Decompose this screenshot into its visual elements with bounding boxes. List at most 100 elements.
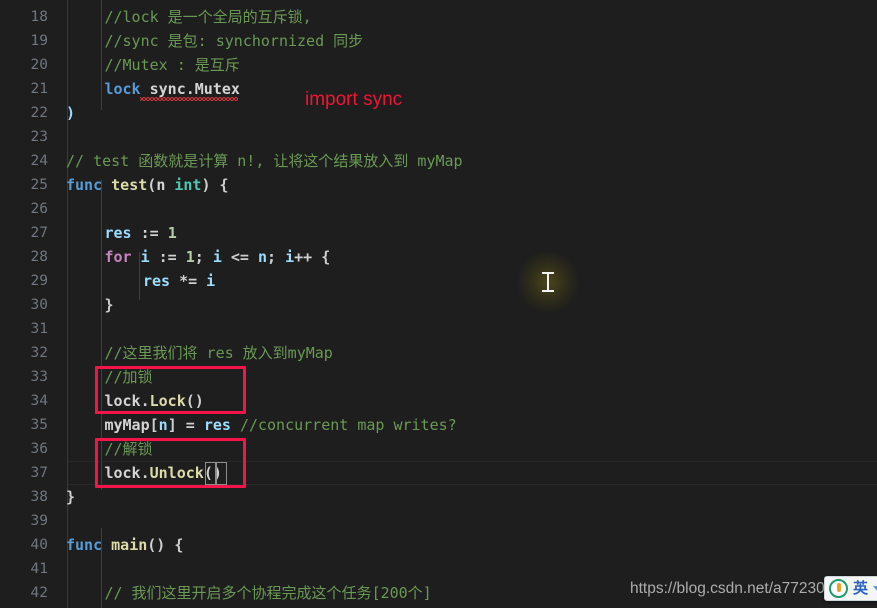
- chevron-down-icon[interactable]: [873, 586, 877, 591]
- code-token: ): [66, 104, 76, 122]
- code-token: //加锁: [104, 368, 153, 386]
- code-token: lock: [104, 392, 141, 410]
- code-token: 1: [185, 248, 195, 266]
- error-squiggle: [140, 97, 238, 101]
- code-token: //concurrent map writes?: [239, 416, 457, 434]
- code-text[interactable]: // 我们这里开启多个协程完成这个任务[200个]: [104, 581, 431, 605]
- code-line[interactable]: 29 res *= i: [0, 269, 877, 293]
- code-line[interactable]: 28 for i := 1; i <= n; i++ {: [0, 245, 877, 269]
- line-number: 42: [30, 585, 48, 601]
- code-line[interactable]: 32 //这里我们将 res 放入到myMap: [0, 341, 877, 365]
- line-number: 32: [30, 345, 48, 361]
- line-number: 40: [30, 537, 48, 553]
- code-text[interactable]: //这里我们将 res 放入到myMap: [104, 341, 332, 365]
- code-token: //解锁: [104, 440, 153, 458]
- code-token: :=: [149, 248, 186, 266]
- ime-language-label[interactable]: 英: [853, 581, 868, 596]
- code-text[interactable]: res *= i: [143, 269, 215, 293]
- code-text[interactable]: ): [66, 101, 75, 125]
- code-token: ++ {: [294, 248, 331, 266]
- code-token: (: [147, 176, 157, 194]
- line-number: 20: [30, 57, 48, 73]
- code-token: sync.Mutex: [149, 80, 240, 98]
- code-line[interactable]: 38}: [0, 485, 877, 509]
- code-token: *=: [170, 272, 207, 290]
- code-line[interactable]: 33 //加锁: [0, 365, 877, 389]
- code-token: i: [206, 272, 216, 290]
- code-token: res: [203, 416, 231, 434]
- code-text[interactable]: for i := 1; i <= n; i++ {: [104, 245, 330, 269]
- code-token: [: [149, 416, 159, 434]
- code-line[interactable]: 23: [0, 125, 877, 149]
- code-line[interactable]: 19 //sync 是包: synchornized 同步: [0, 29, 877, 53]
- code-token: //这里我们将 res 放入到myMap: [104, 344, 333, 362]
- line-number: 39: [30, 513, 48, 529]
- watermark-url: https://blog.csdn.net/a77230: [630, 580, 825, 597]
- line-number: 29: [30, 273, 48, 289]
- code-token: //sync 是包: synchornized 同步: [104, 32, 364, 50]
- code-token: test: [111, 176, 148, 194]
- line-number: 38: [30, 489, 48, 505]
- code-token: i: [140, 248, 150, 266]
- code-line[interactable]: 22): [0, 101, 877, 125]
- code-token: }: [104, 296, 114, 314]
- code-token: lock: [104, 464, 141, 482]
- code-token: myMap: [104, 416, 150, 434]
- code-line[interactable]: 37 lock.Unlock(): [0, 461, 877, 485]
- code-text[interactable]: myMap[n] = res //concurrent map writes?: [104, 413, 456, 437]
- line-number: 36: [30, 441, 48, 457]
- code-token: int: [174, 176, 202, 194]
- code-text[interactable]: //加锁: [104, 365, 152, 389]
- line-number: 23: [30, 129, 48, 145]
- line-number: 18: [30, 9, 48, 25]
- code-token: () {: [147, 536, 184, 554]
- code-token: .: [140, 464, 150, 482]
- line-number: 35: [30, 417, 48, 433]
- code-line[interactable]: 25 func test(n int) {: [0, 173, 877, 197]
- code-line[interactable]: 21 lock sync.Mutex: [0, 77, 877, 101]
- code-text[interactable]: //sync 是包: synchornized 同步: [104, 29, 363, 53]
- line-number: 19: [30, 33, 48, 49]
- code-text[interactable]: //lock 是一个全局的互斥锁,: [104, 5, 311, 29]
- code-text[interactable]: }: [104, 293, 113, 317]
- code-line[interactable]: 18 //lock 是一个全局的互斥锁,: [0, 5, 877, 29]
- line-number: 22: [30, 105, 48, 121]
- code-line[interactable]: 31: [0, 317, 877, 341]
- code-text[interactable]: res := 1: [104, 221, 176, 245]
- annotation-note-import-sync: import sync: [305, 89, 403, 110]
- code-line[interactable]: 26: [0, 197, 877, 221]
- code-editor[interactable]: 18 //lock 是一个全局的互斥锁, 19 //sync 是包: synchorn…: [0, 0, 877, 608]
- code-token: Unlock: [149, 464, 204, 482]
- code-token: (): [185, 392, 204, 410]
- code-line[interactable]: 41: [0, 557, 877, 581]
- code-line[interactable]: 24 // test 函数就是计算 n!, 让将这个结果放入到 myMap: [0, 149, 877, 173]
- code-line[interactable]: 40 func main() {: [0, 533, 877, 557]
- code-line[interactable]: 30}: [0, 293, 877, 317]
- code-text[interactable]: lock.Lock(): [104, 389, 203, 413]
- code-text[interactable]: }: [66, 485, 75, 509]
- code-line[interactable]: 39: [0, 509, 877, 533]
- code-line[interactable]: 34 lock.Lock(): [0, 389, 877, 413]
- code-line[interactable]: 36 //解锁: [0, 437, 877, 461]
- code-line[interactable]: 35 myMap[n] = res //concurrent map writes…: [0, 413, 877, 437]
- code-token: ;: [194, 248, 213, 266]
- line-number: 31: [30, 321, 48, 337]
- code-token: ;: [267, 248, 286, 266]
- ime-popup[interactable]: 英: [824, 576, 877, 601]
- code-text[interactable]: //解锁: [104, 437, 152, 461]
- code-text[interactable]: func main() {: [66, 533, 183, 557]
- code-line[interactable]: 27 res := 1: [0, 221, 877, 245]
- code-token: ) {: [201, 176, 229, 194]
- code-token: // test 函数就是计算 n!, 让将这个结果放入到 myMap: [66, 152, 463, 170]
- code-token: i: [212, 248, 222, 266]
- code-text[interactable]: func test(n int) {: [66, 173, 229, 197]
- code-token: :=: [131, 224, 168, 242]
- code-text[interactable]: lock.Unlock(): [104, 461, 221, 485]
- line-number: 37: [30, 465, 48, 481]
- code-text[interactable]: //Mutex : 是互斥: [104, 53, 239, 77]
- code-text[interactable]: // test 函数就是计算 n!, 让将这个结果放入到 myMap: [66, 149, 463, 173]
- code-line[interactable]: 20 //Mutex : 是互斥: [0, 53, 877, 77]
